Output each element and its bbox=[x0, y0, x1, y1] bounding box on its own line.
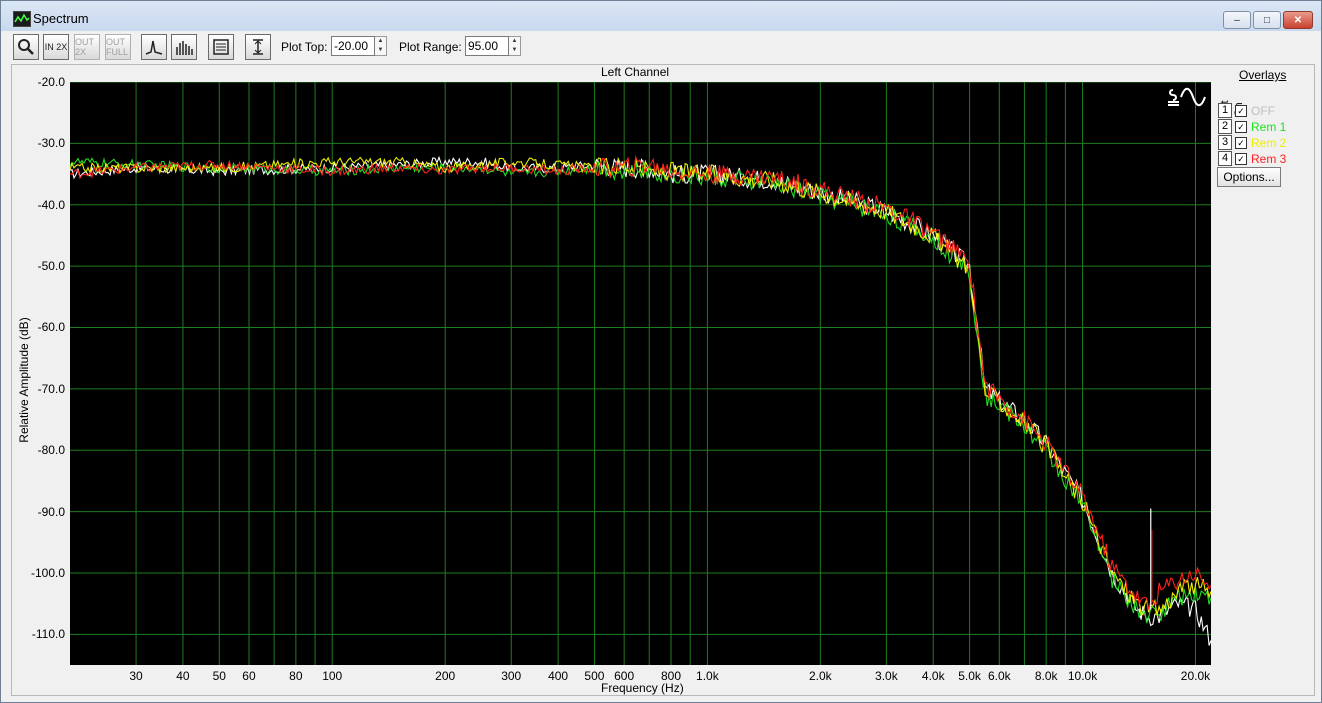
x-tick-label-8: 400 bbox=[548, 669, 569, 683]
overlay-label-4: Rem 3 bbox=[1251, 151, 1287, 166]
spectrum-app-icon bbox=[13, 11, 31, 27]
plot-range-input[interactable] bbox=[465, 36, 509, 56]
plot-top-down-icon[interactable]: ▼ bbox=[375, 46, 386, 55]
overlay-label-1: OFF bbox=[1251, 103, 1275, 118]
x-tick-label-18: 8.0k bbox=[1034, 669, 1058, 683]
y-tick-label-0: -20.0 bbox=[37, 75, 65, 89]
overlay-set-button-1[interactable]: 1 bbox=[1218, 103, 1232, 118]
x-tick-label-19: 10.0k bbox=[1067, 669, 1098, 683]
overlay-set-button-4[interactable]: 4 bbox=[1218, 151, 1232, 166]
overlay-set-button-3[interactable]: 3 bbox=[1218, 135, 1232, 150]
plot-range-down-icon[interactable]: ▼ bbox=[509, 46, 520, 55]
spectrum-plot[interactable] bbox=[70, 82, 1211, 665]
line-plot-icon bbox=[145, 40, 163, 55]
x-tick-label-6: 200 bbox=[435, 669, 456, 683]
x-tick-label-5: 100 bbox=[322, 669, 343, 683]
maximize-button[interactable]: □ bbox=[1253, 11, 1281, 29]
zoom-out-2x-button[interactable]: OUT 2X bbox=[74, 34, 100, 60]
series-line-rem-3 bbox=[70, 155, 1211, 610]
overlay-row-2: 2 ✓ Rem 1 bbox=[1218, 119, 1286, 134]
series-line-rem-1 bbox=[70, 157, 1211, 624]
y-tick-label-4: -60.0 bbox=[37, 320, 65, 335]
plot-range-up-icon[interactable]: ▲ bbox=[509, 37, 520, 46]
zoom-in-2x-button[interactable]: IN 2X bbox=[43, 34, 69, 60]
x-axis-label: Frequency (Hz) bbox=[601, 681, 684, 695]
y-tick-label-6: -80.0 bbox=[37, 443, 65, 458]
zoom-out-full-button[interactable]: OUT FULL bbox=[105, 34, 131, 60]
overlay-on-checkbox-3[interactable]: ✓ bbox=[1235, 136, 1247, 149]
series-line-rem-2 bbox=[70, 156, 1211, 616]
spectrum-window: Spectrum – □ ✕ IN 2X OUT 2X OUT FULL Plo… bbox=[0, 0, 1322, 703]
plot-top-spinner: ▲▼ bbox=[331, 36, 387, 56]
x-tick-label-20: 20.0k bbox=[1180, 669, 1211, 683]
overlay-row-1: 1 ✓ OFF bbox=[1218, 103, 1275, 118]
window-title: Spectrum bbox=[33, 11, 89, 26]
minimize-button[interactable]: – bbox=[1223, 11, 1251, 29]
plot-top-up-icon[interactable]: ▲ bbox=[375, 37, 386, 46]
close-button[interactable]: ✕ bbox=[1283, 11, 1313, 29]
title-bar[interactable]: Spectrum – □ ✕ bbox=[1, 1, 1321, 31]
y-tick-label-9: -110.0 bbox=[31, 627, 65, 642]
signal-generator-icon[interactable] bbox=[1167, 86, 1207, 108]
overlay-on-checkbox-4[interactable]: ✓ bbox=[1235, 152, 1247, 165]
overlay-on-checkbox-1[interactable]: ✓ bbox=[1235, 104, 1247, 117]
autoscale-button[interactable] bbox=[245, 34, 271, 60]
bar-plot-icon bbox=[176, 41, 193, 55]
x-tick-label-0: 30 bbox=[129, 669, 143, 683]
chart-title: Left Channel bbox=[601, 65, 670, 79]
y-tick-label-7: -90.0 bbox=[37, 504, 65, 519]
series-line-current bbox=[70, 155, 1211, 646]
y-tick-label-3: -50.0 bbox=[37, 259, 65, 274]
overlay-label-2: Rem 1 bbox=[1251, 119, 1287, 134]
y-tick-label-8: -100.0 bbox=[30, 565, 65, 580]
plot-range-label: Plot Range: bbox=[399, 40, 462, 54]
line-plot-button[interactable] bbox=[141, 34, 167, 60]
spectrum-chart-svg bbox=[70, 82, 1211, 665]
y-tick-label-2: -40.0 bbox=[37, 197, 65, 212]
x-tick-label-7: 300 bbox=[501, 669, 522, 683]
x-tick-label-1: 40 bbox=[176, 669, 190, 683]
zoom-out-full-icon: OUT FULL bbox=[106, 37, 129, 57]
overlay-label-3: Rem 2 bbox=[1251, 135, 1287, 150]
x-tick-label-10: 600 bbox=[614, 669, 635, 683]
settings-panel-button[interactable] bbox=[208, 34, 234, 60]
x-tick-label-14: 3.0k bbox=[875, 669, 898, 683]
y-tick-label-1: -30.0 bbox=[37, 136, 65, 151]
overlays-title: Overlays bbox=[1239, 68, 1287, 82]
settings-panel-icon bbox=[213, 39, 229, 55]
x-tick-label-4: 80 bbox=[289, 669, 303, 683]
overlay-row-3: 3 ✓ Rem 2 bbox=[1218, 135, 1286, 150]
zoom-in-2x-icon: IN 2X bbox=[44, 42, 68, 52]
x-tick-label-15: 4.0k bbox=[921, 669, 945, 683]
overlay-set-button-2[interactable]: 2 bbox=[1218, 119, 1232, 134]
overlay-row-4: 4 ✓ Rem 3 bbox=[1218, 151, 1286, 166]
zoom-out-2x-icon: OUT 2X bbox=[75, 37, 94, 57]
toolbar: IN 2X OUT 2X OUT FULL Plot Top: ▲▼ Plot … bbox=[1, 31, 1321, 63]
autoscale-icon bbox=[253, 39, 263, 55]
x-tick-label-12: 1.0k bbox=[696, 669, 719, 683]
magnifier-button[interactable] bbox=[13, 34, 39, 60]
bar-plot-button[interactable] bbox=[171, 34, 197, 60]
overlays-panel: Overlays Set On 1 ✓ OFF 2 ✓ Rem 1 3 ✓ Re… bbox=[1215, 67, 1313, 187]
plot-top-label: Plot Top: bbox=[281, 40, 328, 54]
x-tick-label-11: 800 bbox=[661, 669, 682, 683]
overlay-on-checkbox-2[interactable]: ✓ bbox=[1235, 120, 1247, 133]
plot-range-spinner: ▲▼ bbox=[465, 36, 521, 56]
plot-top-input[interactable] bbox=[331, 36, 375, 56]
x-tick-label-3: 60 bbox=[242, 669, 256, 683]
overlay-options-button[interactable]: Options... bbox=[1217, 167, 1281, 187]
y-tick-label-5: -70.0 bbox=[37, 381, 65, 396]
x-tick-label-13: 2.0k bbox=[808, 669, 832, 683]
magnifier-icon bbox=[18, 39, 34, 55]
x-tick-label-17: 6.0k bbox=[987, 669, 1011, 683]
